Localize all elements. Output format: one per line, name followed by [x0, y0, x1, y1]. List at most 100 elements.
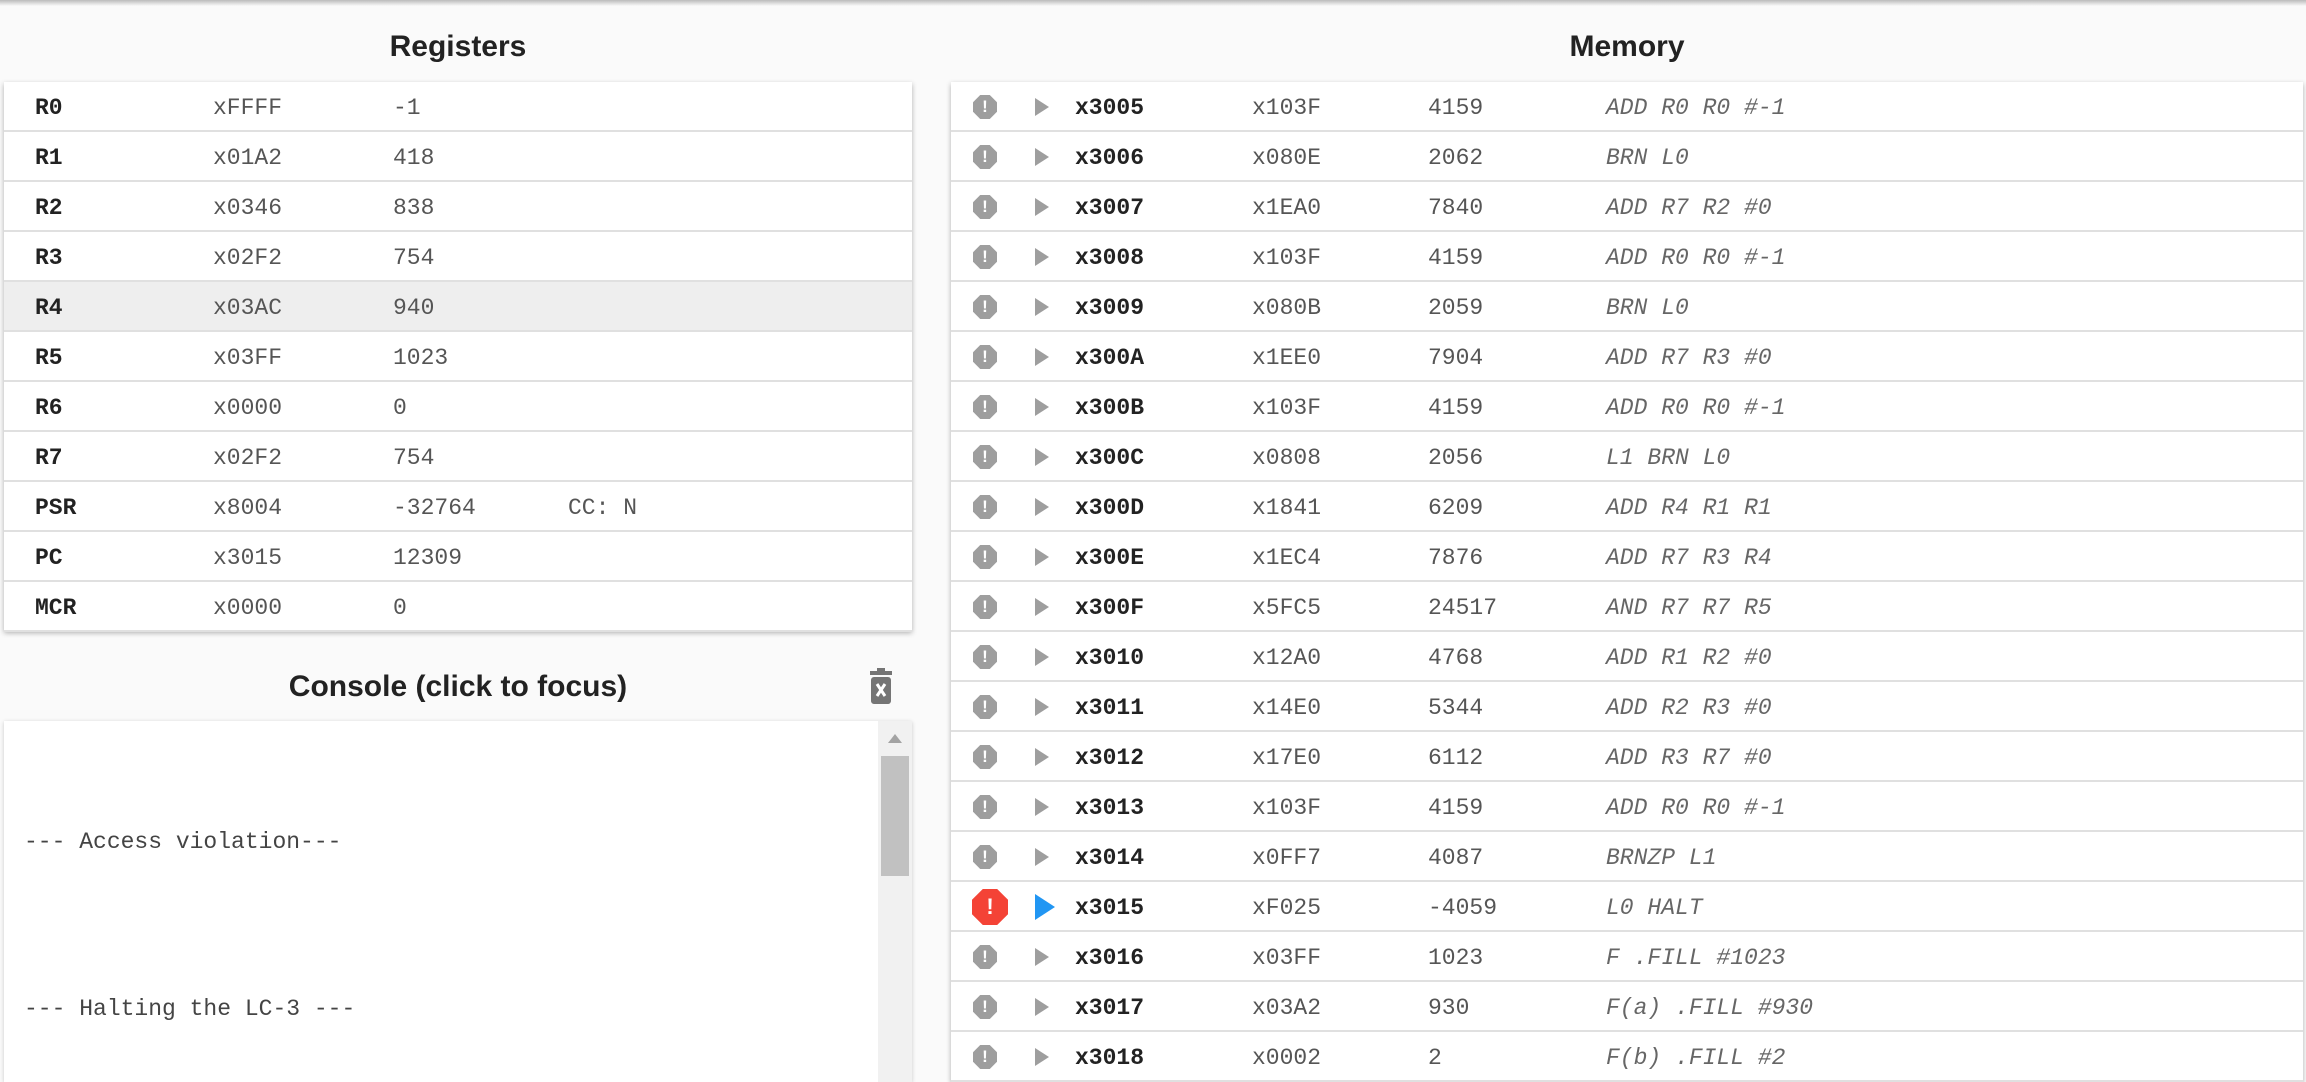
set-pc-arrow-icon[interactable] — [1035, 748, 1049, 766]
memory-hex[interactable]: x12A0 — [1252, 645, 1321, 671]
memory-hex[interactable]: x1841 — [1252, 495, 1321, 521]
memory-row[interactable]: ! x3007 x1EA0 7840 ADD R7 R2 #0 — [951, 182, 2303, 232]
memory-row[interactable]: ! x3016 x03FF 1023 F .FILL #1023 — [951, 932, 2303, 982]
memory-hex[interactable]: x0002 — [1252, 1045, 1321, 1071]
set-pc-arrow-icon[interactable] — [1035, 398, 1049, 416]
set-pc-arrow-icon[interactable] — [1035, 498, 1049, 516]
memory-hex[interactable]: x03FF — [1252, 945, 1321, 971]
memory-row[interactable]: ! x300A x1EE0 7904 ADD R7 R3 #0 — [951, 332, 2303, 382]
register-dec[interactable]: 0 — [393, 595, 407, 621]
breakpoint-icon[interactable]: ! — [973, 145, 997, 169]
memory-row[interactable]: ! x3010 x12A0 4768 ADD R1 R2 #0 — [951, 632, 2303, 682]
memory-row[interactable]: ! x300D x1841 6209 ADD R4 R1 R1 — [951, 482, 2303, 532]
memory-dec[interactable]: 2062 — [1428, 145, 1483, 171]
set-pc-arrow-icon[interactable] — [1035, 298, 1049, 316]
register-hex[interactable]: x0000 — [213, 595, 282, 621]
breakpoint-icon[interactable]: ! — [973, 195, 997, 219]
breakpoint-icon[interactable]: ! — [972, 889, 1008, 925]
memory-dec[interactable]: 930 — [1428, 995, 1469, 1021]
memory-row[interactable]: ! x300E x1EC4 7876 ADD R7 R3 R4 — [951, 532, 2303, 582]
set-pc-arrow-icon[interactable] — [1035, 598, 1049, 616]
memory-dec[interactable]: 6209 — [1428, 495, 1483, 521]
register-row[interactable]: R2 x0346 838 — [4, 182, 912, 232]
register-row[interactable]: R5 x03FF 1023 — [4, 332, 912, 382]
breakpoint-icon[interactable]: ! — [973, 695, 997, 719]
register-hex[interactable]: x02F2 — [213, 445, 282, 471]
memory-row[interactable]: ! x3018 x0002 2 F(b) .FILL #2 — [951, 1032, 2303, 1082]
register-hex[interactable]: x0346 — [213, 195, 282, 221]
register-dec[interactable]: 418 — [393, 145, 434, 171]
register-row[interactable]: R4 x03AC 940 — [4, 282, 912, 332]
memory-dec[interactable]: 5344 — [1428, 695, 1483, 721]
register-dec[interactable]: 754 — [393, 245, 434, 271]
scrollbar-thumb[interactable] — [881, 756, 909, 876]
memory-dec[interactable]: 24517 — [1428, 595, 1497, 621]
breakpoint-icon[interactable]: ! — [973, 945, 997, 969]
memory-row[interactable]: ! x3005 x103F 4159 ADD R0 R0 #-1 — [951, 82, 2303, 132]
memory-dec[interactable]: -4059 — [1428, 895, 1497, 921]
breakpoint-icon[interactable]: ! — [973, 345, 997, 369]
set-pc-arrow-icon[interactable] — [1035, 948, 1049, 966]
memory-hex[interactable]: x0FF7 — [1252, 845, 1321, 871]
register-dec[interactable]: 940 — [393, 295, 434, 321]
register-row[interactable]: R7 x02F2 754 — [4, 432, 912, 482]
memory-dec[interactable]: 2056 — [1428, 445, 1483, 471]
memory-hex[interactable]: x1EA0 — [1252, 195, 1321, 221]
register-row[interactable]: R1 x01A2 418 — [4, 132, 912, 182]
register-row[interactable]: PC x3015 12309 — [4, 532, 912, 582]
scroll-up-arrow-icon[interactable] — [888, 734, 902, 743]
breakpoint-icon[interactable]: ! — [973, 745, 997, 769]
register-dec[interactable]: 838 — [393, 195, 434, 221]
memory-hex[interactable]: x103F — [1252, 795, 1321, 821]
memory-hex[interactable]: x0808 — [1252, 445, 1321, 471]
breakpoint-icon[interactable]: ! — [973, 1045, 997, 1069]
memory-row[interactable]: ! x3008 x103F 4159 ADD R0 R0 #-1 — [951, 232, 2303, 282]
register-hex[interactable]: xFFFF — [213, 95, 282, 121]
breakpoint-icon[interactable]: ! — [973, 545, 997, 569]
breakpoint-icon[interactable]: ! — [973, 445, 997, 469]
set-pc-arrow-icon[interactable] — [1035, 198, 1049, 216]
memory-row[interactable]: ! x3006 x080E 2062 BRN L0 — [951, 132, 2303, 182]
register-row[interactable]: R0 xFFFF -1 — [4, 82, 912, 132]
set-pc-arrow-icon[interactable] — [1035, 894, 1055, 920]
set-pc-arrow-icon[interactable] — [1035, 648, 1049, 666]
register-dec[interactable]: -1 — [393, 95, 421, 121]
breakpoint-icon[interactable]: ! — [973, 645, 997, 669]
breakpoint-icon[interactable]: ! — [973, 495, 997, 519]
memory-row[interactable]: ! x3011 x14E0 5344 ADD R2 R3 #0 — [951, 682, 2303, 732]
set-pc-arrow-icon[interactable] — [1035, 348, 1049, 366]
breakpoint-icon[interactable]: ! — [973, 995, 997, 1019]
register-hex[interactable]: x3015 — [213, 545, 282, 571]
memory-hex[interactable]: x03A2 — [1252, 995, 1321, 1021]
memory-dec[interactable]: 2059 — [1428, 295, 1483, 321]
breakpoint-icon[interactable]: ! — [973, 395, 997, 419]
memory-hex[interactable]: xF025 — [1252, 895, 1321, 921]
memory-row[interactable]: ! x3017 x03A2 930 F(a) .FILL #930 — [951, 982, 2303, 1032]
memory-dec[interactable]: 4159 — [1428, 95, 1483, 121]
set-pc-arrow-icon[interactable] — [1035, 698, 1049, 716]
memory-hex[interactable]: x080E — [1252, 145, 1321, 171]
register-dec[interactable]: 0 — [393, 395, 407, 421]
register-hex[interactable]: x8004 — [213, 495, 282, 521]
memory-hex[interactable]: x103F — [1252, 95, 1321, 121]
breakpoint-icon[interactable]: ! — [973, 295, 997, 319]
memory-dec[interactable]: 6112 — [1428, 745, 1483, 771]
set-pc-arrow-icon[interactable] — [1035, 448, 1049, 466]
register-dec[interactable]: -32764 — [393, 495, 476, 521]
register-row[interactable]: MCR x0000 0 — [4, 582, 912, 632]
breakpoint-icon[interactable]: ! — [973, 795, 997, 819]
memory-dec[interactable]: 4159 — [1428, 795, 1483, 821]
register-row[interactable]: PSR x8004 -32764 CC: N — [4, 482, 912, 532]
memory-dec[interactable]: 2 — [1428, 1045, 1442, 1071]
breakpoint-icon[interactable]: ! — [973, 595, 997, 619]
register-dec[interactable]: 754 — [393, 445, 434, 471]
set-pc-arrow-icon[interactable] — [1035, 148, 1049, 166]
memory-hex[interactable]: x103F — [1252, 395, 1321, 421]
set-pc-arrow-icon[interactable] — [1035, 548, 1049, 566]
set-pc-arrow-icon[interactable] — [1035, 998, 1049, 1016]
register-row[interactable]: R6 x0000 0 — [4, 382, 912, 432]
set-pc-arrow-icon[interactable] — [1035, 798, 1049, 816]
memory-row[interactable]: ! x3013 x103F 4159 ADD R0 R0 #-1 — [951, 782, 2303, 832]
register-hex[interactable]: x03FF — [213, 345, 282, 371]
memory-dec[interactable]: 1023 — [1428, 945, 1483, 971]
